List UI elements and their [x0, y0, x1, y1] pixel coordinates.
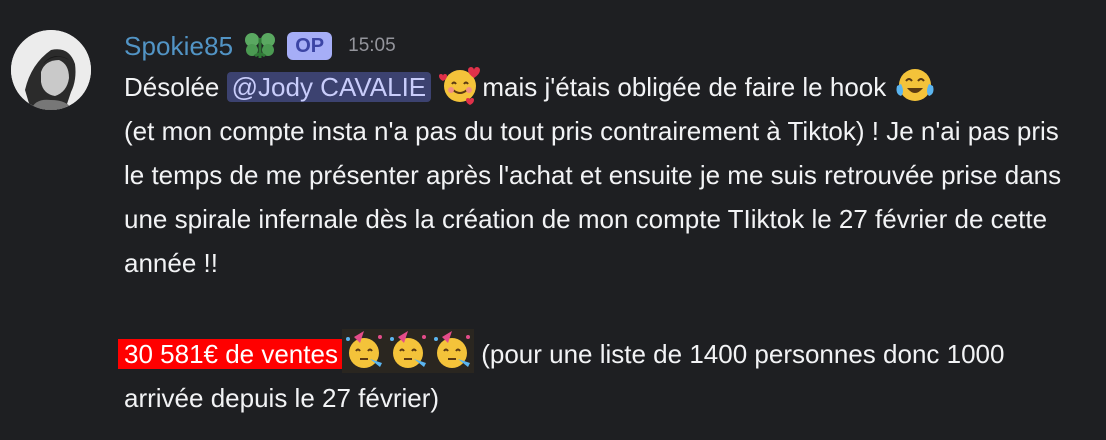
avatar[interactable]	[11, 30, 91, 110]
message-body: Désolée @Jody CAVALIE mais j'étais oblig…	[118, 64, 1084, 420]
text-segment: (et mon compte insta n'a pas du tout pri…	[124, 116, 1062, 278]
partying-face-emoji	[385, 329, 430, 373]
partying-face-emoji	[429, 329, 474, 373]
op-badge: OP	[287, 32, 333, 60]
text-segment: mais j'étais obligée de faire le hook	[482, 72, 894, 102]
message-content: Spokie85 OP 15:05 Désolée @Jody CAVALIE	[118, 28, 1084, 420]
user-mention[interactable]: @Jody CAVALIE	[226, 72, 432, 102]
timestamp[interactable]: 15:05	[348, 35, 396, 57]
sales-highlight: 30 581€ de ventes	[118, 339, 342, 369]
clan-badge-icon[interactable]	[243, 30, 277, 62]
paragraph-break	[124, 285, 1084, 329]
author-name[interactable]: Spokie85	[124, 31, 233, 62]
partying-face-emoji	[341, 329, 386, 373]
chat-message: Spokie85 OP 15:05 Désolée @Jody CAVALIE	[0, 0, 1106, 440]
avatar-photo	[11, 30, 91, 110]
text-segment: Désolée	[124, 72, 227, 102]
tears-of-joy-emoji	[893, 64, 937, 106]
message-header: Spokie85 OP 15:05	[124, 28, 1084, 64]
smiling-face-with-hearts-emoji	[438, 64, 482, 106]
